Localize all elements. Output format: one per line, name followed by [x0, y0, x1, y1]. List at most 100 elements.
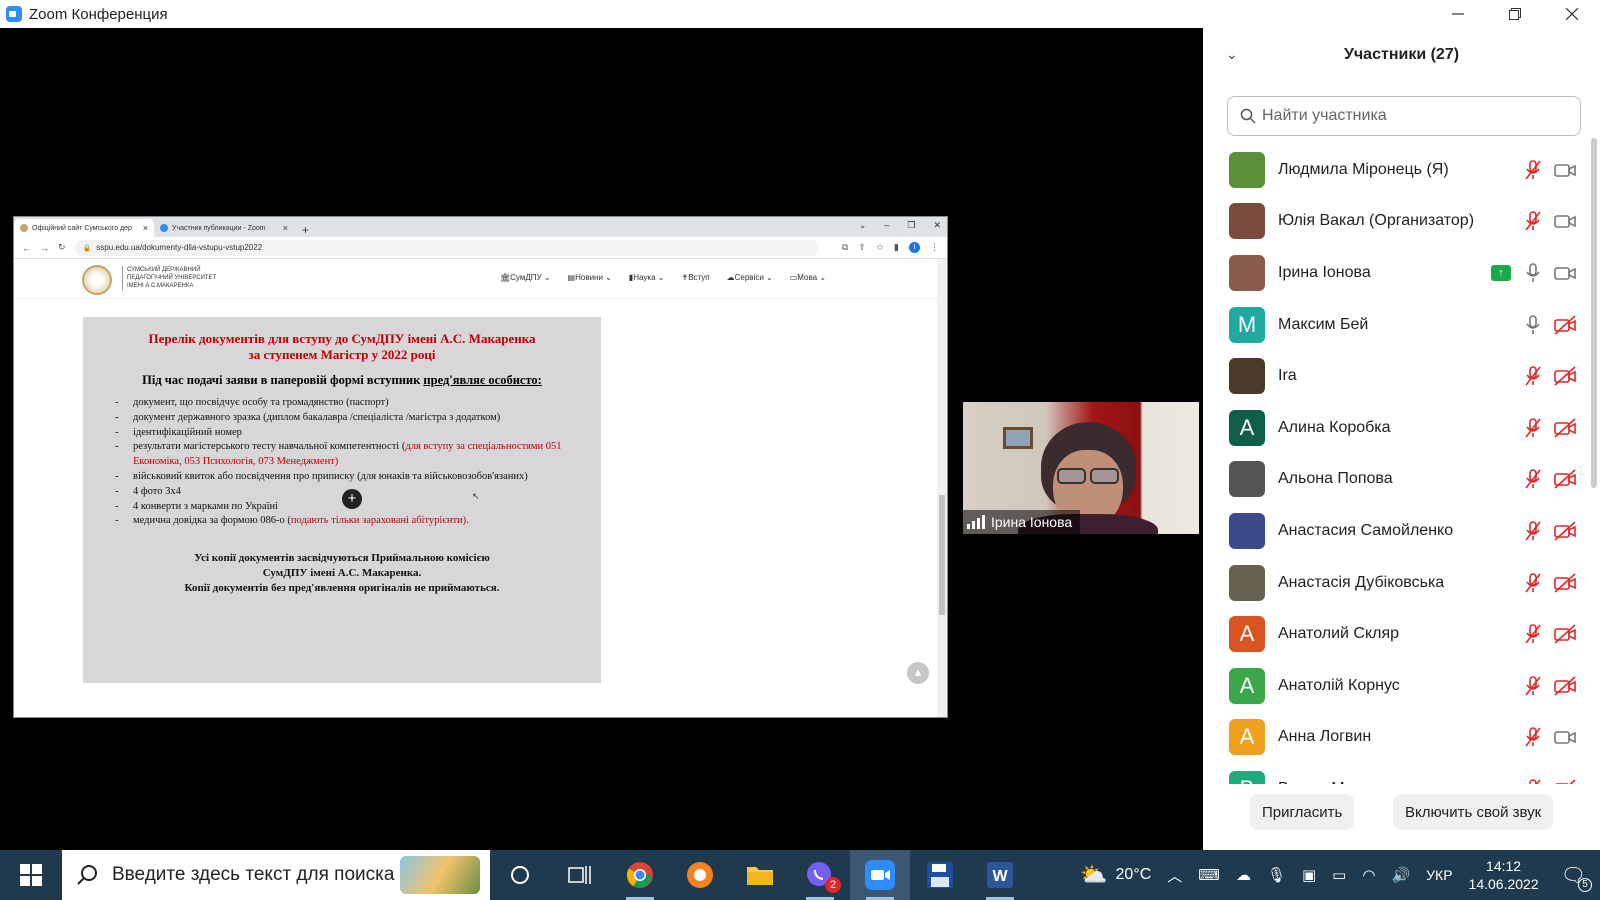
mic-muted-icon[interactable] [1523, 726, 1543, 748]
browser-minimize-icon[interactable]: – [884, 220, 889, 231]
share-icon[interactable]: ⇪ [858, 242, 866, 253]
taskbar-save-app[interactable] [910, 850, 970, 900]
mic-muted-icon[interactable] [1523, 572, 1543, 594]
taskbar-chrome[interactable] [610, 850, 670, 900]
tab-close-icon[interactable]: × [283, 223, 288, 233]
participant-search[interactable] [1227, 96, 1581, 136]
start-button[interactable] [0, 850, 62, 900]
back-icon[interactable]: ← [22, 243, 31, 253]
wifi-icon[interactable]: ◠ [1362, 866, 1375, 884]
mic-muted-icon[interactable] [1523, 210, 1543, 232]
nav-item[interactable]: ▮Наука ⌄ [629, 273, 665, 282]
taskbar-viber[interactable]: 2 [790, 850, 850, 900]
video-icon[interactable] [1553, 210, 1577, 232]
video-icon[interactable] [1553, 262, 1577, 284]
participant-list-scrollbar[interactable] [1591, 138, 1597, 488]
taskbar-word[interactable]: W [970, 850, 1030, 900]
participant-row[interactable]: Альона Попова [1203, 454, 1585, 506]
participant-row[interactable]: Ira [1203, 350, 1585, 402]
nav-item[interactable]: ☁Сервіси ⌄ [727, 273, 773, 282]
scroll-to-top-button[interactable]: ▲ [907, 662, 929, 684]
weather-temperature[interactable]: 20°C [1116, 866, 1152, 884]
taskbar-clock[interactable]: 14:12 14.06.2022 [1469, 857, 1539, 893]
taskbar-explorer[interactable] [730, 850, 790, 900]
weather-cloud-icon[interactable]: ⛅ [1080, 862, 1107, 888]
restore-button[interactable] [1486, 0, 1543, 28]
reload-icon[interactable]: ↻ [58, 242, 66, 253]
battery-icon[interactable]: ▭ [1332, 866, 1346, 884]
address-bar[interactable]: 🔒 sspu.edu.ua/dokumenty-dlia-vstupu-vstu… [74, 239, 819, 256]
unmute-self-button[interactable]: Включить свой звук [1393, 794, 1554, 830]
video-icon[interactable] [1553, 159, 1577, 181]
close-button[interactable] [1543, 0, 1600, 28]
nav-item[interactable]: 🏛СумДПУ ⌄ [500, 273, 551, 282]
video-off-icon[interactable] [1553, 572, 1577, 594]
taskbar-zoom[interactable] [850, 850, 910, 900]
translate-icon[interactable]: ⧉ [842, 242, 848, 253]
participant-row[interactable]: Людмила Міронець (Я) [1203, 144, 1585, 196]
browser-tab-zoom[interactable]: Участник публикации - Zoom × [154, 219, 294, 237]
forward-icon[interactable]: → [40, 243, 49, 253]
microphone-icon[interactable]: 🎙 [1267, 866, 1286, 884]
shared-screen-browser[interactable]: Офіційний сайт Сумського дер × Участник … [13, 216, 948, 718]
new-tab-icon[interactable]: + [294, 223, 317, 237]
volume-icon[interactable]: 🔊 [1391, 866, 1410, 884]
participant-row[interactable]: Анастасія Дубіковська [1203, 557, 1585, 609]
search-input[interactable] [1262, 107, 1562, 125]
usb-icon[interactable]: ⌨ [1198, 866, 1220, 884]
tab-search-icon[interactable]: ⌄ [859, 220, 867, 231]
participant-row[interactable]: A Анатолий Скляр [1203, 608, 1585, 660]
screen-icon[interactable]: ▣ [1302, 866, 1316, 884]
video-off-icon[interactable] [1553, 623, 1577, 645]
profile-avatar[interactable]: I [909, 242, 920, 253]
mic-muted-icon[interactable] [1523, 417, 1543, 439]
mic-muted-icon[interactable] [1523, 623, 1543, 645]
participant-row[interactable]: A Анна Логвин [1203, 712, 1585, 764]
scrollbar-thumb[interactable] [939, 495, 945, 615]
mic-muted-icon[interactable] [1523, 159, 1543, 181]
page-scrollbar[interactable] [937, 259, 947, 717]
cloud-sync-icon[interactable]: ☁ [1236, 866, 1251, 884]
cortana-button[interactable] [490, 850, 550, 900]
mic-icon[interactable] [1523, 262, 1543, 284]
minimize-button[interactable] [1429, 0, 1486, 28]
taskbar-search[interactable]: Введите здесь текст для поиска [62, 850, 490, 900]
video-icon[interactable] [1553, 726, 1577, 748]
tab-close-icon[interactable]: × [143, 223, 148, 233]
language-indicator[interactable]: УКР [1426, 867, 1452, 883]
nav-item[interactable]: ✝Вступ [681, 273, 709, 282]
mic-muted-icon[interactable] [1523, 520, 1543, 542]
mic-muted-icon[interactable] [1523, 365, 1543, 387]
star-icon[interactable]: ☆ [876, 242, 884, 253]
participant-row[interactable]: Анастасия Самойленко [1203, 505, 1585, 557]
browser-restore-icon[interactable]: ❐ [907, 220, 915, 231]
notifications-icon[interactable]: 🗨 5 [1561, 863, 1592, 892]
show-hidden-icons[interactable]: ︿ [1167, 865, 1182, 886]
video-off-icon[interactable] [1553, 520, 1577, 542]
mic-icon[interactable] [1523, 314, 1543, 336]
video-off-icon[interactable] [1553, 468, 1577, 490]
participant-row[interactable]: M Максим Бей [1203, 299, 1585, 351]
university-logo[interactable] [82, 265, 112, 295]
mic-muted-icon[interactable] [1523, 675, 1543, 697]
sidepanel-icon[interactable]: ▮ [894, 242, 899, 253]
video-off-icon[interactable] [1553, 365, 1577, 387]
browser-close-icon[interactable]: ✕ [933, 220, 941, 231]
video-off-icon[interactable] [1553, 417, 1577, 439]
taskbar-avast[interactable] [670, 850, 730, 900]
video-off-icon[interactable] [1553, 314, 1577, 336]
participant-row[interactable]: Ірина Іонова ↑ [1203, 247, 1585, 299]
participant-row[interactable]: A Анатолій Корнус [1203, 660, 1585, 712]
participant-row[interactable]: A Алина Коробка [1203, 402, 1585, 454]
participant-row[interactable]: Юлія Вакал (Организатор) [1203, 196, 1585, 248]
mic-muted-icon[interactable] [1523, 468, 1543, 490]
plus-button[interactable]: + [342, 489, 362, 509]
browser-tab-sspu[interactable]: Офіційний сайт Сумського дер × [14, 219, 154, 237]
nav-item[interactable]: ▭Мова ⌄ [790, 273, 826, 282]
invite-button[interactable]: Пригласить [1250, 794, 1355, 830]
menu-dots-icon[interactable]: ⋮ [930, 242, 939, 253]
video-off-icon[interactable] [1553, 675, 1577, 697]
nav-item[interactable]: ▤Новини ⌄ [568, 273, 612, 282]
task-view-button[interactable] [550, 850, 610, 900]
participant-video-tile[interactable]: Ірина Іонова [963, 402, 1199, 534]
